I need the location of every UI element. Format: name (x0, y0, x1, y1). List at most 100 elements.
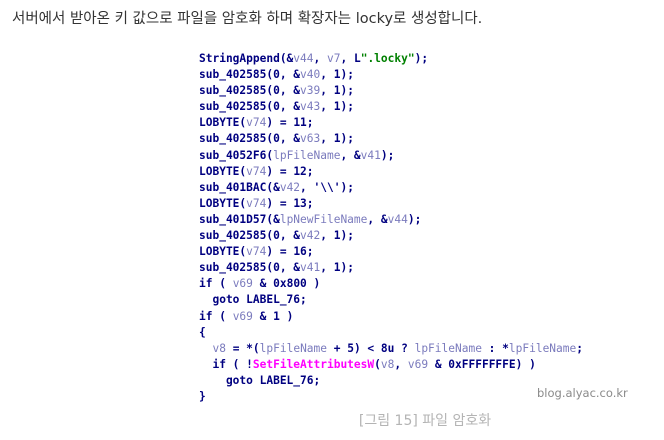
code-line: goto LABEL_76; (199, 292, 583, 308)
code-token: , 1); (320, 132, 354, 146)
code-token: v44 (387, 212, 408, 226)
code-line: if ( !SetFileAttributesW(v8, v69 & 0xFFF… (199, 357, 583, 373)
code-line: sub_401D57(&lpNewFileName, &v44); (199, 212, 583, 228)
code-token: v42 (279, 180, 301, 194)
code-token: v7 (327, 52, 341, 65)
code-token: + 5) < 8u ? (327, 341, 415, 355)
code-token: LOBYTE( (199, 116, 247, 130)
code-token: LOBYTE( (199, 164, 247, 178)
code-token: sub_401BAC(& (199, 180, 280, 194)
code-token: = *( (225, 341, 260, 355)
code-token: v69 (407, 357, 429, 371)
code-token: ".locky" (360, 52, 415, 65)
code-line: LOBYTE(v74) = 11; (199, 115, 583, 131)
code-token: v69 (232, 277, 253, 291)
code-token: , '\\'); (300, 180, 354, 194)
code-token: v63 (300, 132, 321, 146)
code-token: sub_402585(0, & (199, 84, 301, 98)
code-token: v40 (300, 68, 321, 82)
code-token: if ( (199, 277, 233, 291)
code-token: , 1); (320, 100, 354, 114)
code-line: sub_402585(0, &v41, 1); (199, 260, 583, 276)
code-token: v74 (246, 196, 267, 210)
code-token: , & (340, 148, 361, 162)
code-block: StringAppend(&v44, v7, L".locky"); sub_40… (199, 51, 583, 405)
code-token: lpFileName (508, 341, 577, 355)
code-token: sub_402585(0, & (199, 229, 301, 243)
code-line: StringAppend(&v44, v7, L".locky"); (199, 51, 583, 67)
code-token: v8 (212, 341, 226, 355)
code-token: ); (380, 148, 395, 162)
code-token: if ( ! (199, 357, 253, 371)
code-token: } (199, 389, 206, 403)
code-line: sub_401BAC(&v42, '\\'); (199, 180, 583, 196)
code-token: : * (481, 341, 509, 355)
code-token: sub_402585(0, & (199, 68, 301, 82)
code-token: , 1); (320, 229, 354, 243)
code-token: ; (576, 341, 583, 355)
code-line: sub_402585(0, &v43, 1); (199, 99, 583, 115)
code-token: v41 (300, 261, 321, 275)
code-token: lpNewFileName (279, 212, 368, 226)
code-token: , (313, 52, 327, 65)
code-token: , 1); (320, 261, 354, 275)
code-token: lpFileName (414, 341, 482, 355)
code-line: sub_402585(0, &v40, 1); (199, 67, 583, 83)
code-token: v43 (300, 100, 321, 114)
code-token: if ( (199, 309, 233, 323)
code-token: sub_402585(0, & (199, 100, 301, 114)
code-token: , & (367, 212, 388, 226)
code-token: , 1); (320, 84, 354, 98)
code-token: LOBYTE( (199, 196, 247, 210)
code-token: lpFileName (259, 341, 328, 355)
code-token: v41 (360, 148, 381, 162)
code-token: v8 (380, 357, 395, 371)
code-token: v39 (300, 84, 321, 98)
code-token: , (394, 357, 408, 371)
code-line: { (199, 325, 583, 341)
figure-caption: [그림 15] 파일 암호화 (358, 413, 492, 429)
code-token: , 1); (320, 68, 354, 82)
code-line: sub_402585(0, &v42, 1); (199, 228, 583, 244)
code-token: ) = 11; (266, 116, 314, 130)
code-token: lpFileName (273, 148, 341, 162)
intro-paragraph: 서버에서 받아온 키 값으로 파일을 암호화 하며 확장자는 locky로 생성… (12, 11, 483, 27)
code-token: { (199, 325, 206, 339)
code-token: , L (340, 52, 361, 65)
code-line: if ( v69 & 0x800 ) (199, 276, 583, 292)
code-token: & 1 ) (252, 309, 294, 323)
code-token: & 0xFFFFFFFE) ) (428, 357, 536, 371)
code-token: v44 (293, 52, 314, 65)
code-token: v74 (246, 245, 267, 259)
code-token: v42 (300, 229, 321, 243)
code-line: sub_4052F6(lpFileName, &v41); (199, 148, 583, 164)
code-line: } (199, 389, 583, 405)
code-token: sub_402585(0, & (199, 132, 301, 146)
code-token: v74 (246, 164, 267, 178)
code-line: if ( v69 & 1 ) (199, 309, 583, 325)
code-token: ); (414, 52, 429, 65)
code-token: sub_402585(0, & (199, 261, 301, 275)
watermark-text: blog.alyac.co.kr (537, 386, 628, 400)
code-line: LOBYTE(v74) = 12; (199, 164, 583, 180)
code-token: ) = 16; (266, 245, 314, 259)
code-token: LOBYTE( (199, 245, 247, 259)
code-token: ) = 13; (266, 196, 314, 210)
code-line: LOBYTE(v74) = 16; (199, 244, 583, 260)
code-line: v8 = *(lpFileName + 5) < 8u ? lpFileName… (199, 341, 583, 357)
code-token: sub_401D57(& (199, 212, 280, 226)
code-token: goto LABEL_76; (199, 373, 321, 387)
code-line: LOBYTE(v74) = 13; (199, 196, 583, 212)
code-token: SetFileAttributesW (252, 357, 375, 371)
code-token: v69 (232, 309, 253, 323)
code-token: ); (407, 212, 422, 226)
code-token: ( (374, 357, 381, 371)
code-line: sub_402585(0, &v63, 1); (199, 131, 583, 147)
code-line: sub_402585(0, &v39, 1); (199, 83, 583, 99)
code-token: ) = 12; (266, 164, 314, 178)
code-line: goto LABEL_76; (199, 373, 583, 389)
code-token: & 0x800 ) (252, 277, 321, 291)
code-token: sub_4052F6( (199, 148, 274, 162)
code-token: v74 (246, 116, 267, 130)
